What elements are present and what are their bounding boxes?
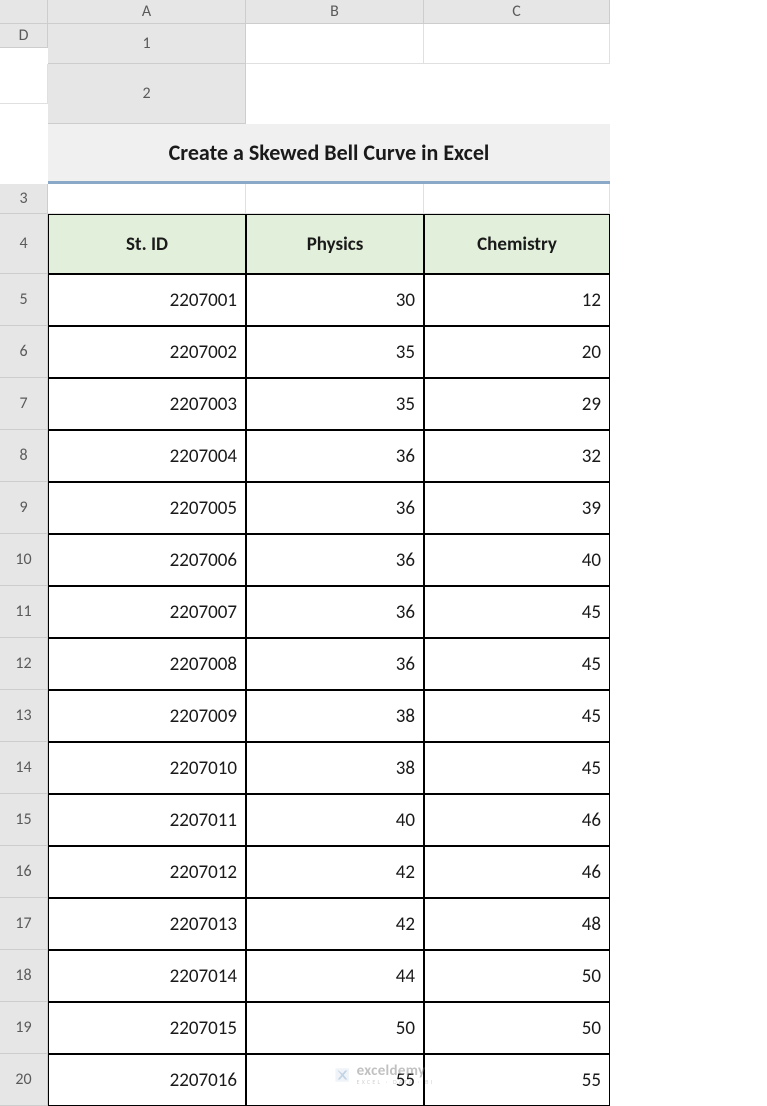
row-header-17[interactable]: 17 bbox=[0, 898, 48, 950]
table-cell-chemistry[interactable]: 55 bbox=[424, 1054, 610, 1106]
table-cell-physics[interactable]: 36 bbox=[246, 534, 424, 586]
table-cell-id[interactable]: 2207013 bbox=[48, 898, 246, 950]
table-cell-chemistry[interactable]: 39 bbox=[424, 482, 610, 534]
row-header-9[interactable]: 9 bbox=[0, 482, 48, 534]
table-cell-physics[interactable]: 44 bbox=[246, 950, 424, 1002]
column-header-B[interactable]: B bbox=[246, 0, 424, 24]
row-header-5[interactable]: 5 bbox=[0, 274, 48, 326]
table-cell-physics[interactable]: 38 bbox=[246, 742, 424, 794]
cell[interactable] bbox=[48, 184, 246, 214]
row-header-20[interactable]: 20 bbox=[0, 1054, 48, 1106]
table-cell-id[interactable]: 2207011 bbox=[48, 794, 246, 846]
table-cell-chemistry[interactable]: 45 bbox=[424, 586, 610, 638]
table-cell-id[interactable]: 2207002 bbox=[48, 326, 246, 378]
table-cell-chemistry[interactable]: 45 bbox=[424, 690, 610, 742]
table-cell-id[interactable]: 2207007 bbox=[48, 586, 246, 638]
table-cell-id[interactable]: 2207012 bbox=[48, 846, 246, 898]
table-cell-id[interactable]: 2207006 bbox=[48, 534, 246, 586]
row-header-2[interactable]: 2 bbox=[48, 64, 246, 124]
table-cell-physics[interactable]: 36 bbox=[246, 482, 424, 534]
table-cell-chemistry[interactable]: 45 bbox=[424, 638, 610, 690]
table-cell-physics[interactable]: 35 bbox=[246, 326, 424, 378]
table-cell-chemistry[interactable]: 29 bbox=[424, 378, 610, 430]
row-header-7[interactable]: 7 bbox=[0, 378, 48, 430]
spreadsheet-grid: A B C D 1 2 Create a Skewed Bell Curve i… bbox=[0, 0, 767, 1106]
table-cell-chemistry[interactable]: 12 bbox=[424, 274, 610, 326]
column-header-A[interactable]: A bbox=[48, 0, 246, 24]
cell[interactable] bbox=[246, 184, 424, 214]
table-cell-id[interactable]: 2207001 bbox=[48, 274, 246, 326]
table-cell-chemistry[interactable]: 46 bbox=[424, 794, 610, 846]
row-header-13[interactable]: 13 bbox=[0, 690, 48, 742]
table-cell-physics[interactable]: 36 bbox=[246, 430, 424, 482]
table-cell-physics[interactable]: 36 bbox=[246, 638, 424, 690]
cell[interactable] bbox=[0, 64, 48, 104]
column-header-D[interactable]: D bbox=[0, 24, 48, 48]
table-cell-physics[interactable]: 38 bbox=[246, 690, 424, 742]
cell[interactable] bbox=[424, 184, 610, 214]
table-cell-chemistry[interactable]: 48 bbox=[424, 898, 610, 950]
row-header-3[interactable]: 3 bbox=[0, 184, 48, 214]
page-title[interactable]: Create a Skewed Bell Curve in Excel bbox=[48, 124, 610, 184]
row-header-12[interactable]: 12 bbox=[0, 638, 48, 690]
watermark: exceldemy EXCEL · DATA · BI bbox=[333, 1064, 435, 1085]
table-cell-id[interactable]: 2207008 bbox=[48, 638, 246, 690]
cell[interactable] bbox=[424, 24, 610, 64]
table-cell-chemistry[interactable]: 32 bbox=[424, 430, 610, 482]
excel-icon bbox=[333, 1066, 351, 1084]
row-header-6[interactable]: 6 bbox=[0, 326, 48, 378]
row-header-14[interactable]: 14 bbox=[0, 742, 48, 794]
table-cell-chemistry[interactable]: 50 bbox=[424, 950, 610, 1002]
table-cell-physics[interactable]: 36 bbox=[246, 586, 424, 638]
table-cell-id[interactable]: 2207016 bbox=[48, 1054, 246, 1106]
table-cell-id[interactable]: 2207009 bbox=[48, 690, 246, 742]
table-cell-physics[interactable]: 40 bbox=[246, 794, 424, 846]
row-header-1[interactable]: 1 bbox=[48, 24, 246, 64]
table-cell-physics[interactable]: 42 bbox=[246, 898, 424, 950]
corner-cell[interactable] bbox=[0, 0, 48, 24]
table-cell-physics[interactable]: 30 bbox=[246, 274, 424, 326]
table-cell-chemistry[interactable]: 40 bbox=[424, 534, 610, 586]
row-header-16[interactable]: 16 bbox=[0, 846, 48, 898]
row-header-15[interactable]: 15 bbox=[0, 794, 48, 846]
table-cell-id[interactable]: 2207004 bbox=[48, 430, 246, 482]
table-cell-id[interactable]: 2207015 bbox=[48, 1002, 246, 1054]
column-header-C[interactable]: C bbox=[424, 0, 610, 24]
row-header-11[interactable]: 11 bbox=[0, 586, 48, 638]
row-header-10[interactable]: 10 bbox=[0, 534, 48, 586]
row-header-18[interactable]: 18 bbox=[0, 950, 48, 1002]
table-cell-physics[interactable]: 50 bbox=[246, 1002, 424, 1054]
table-cell-chemistry[interactable]: 50 bbox=[424, 1002, 610, 1054]
table-cell-physics[interactable]: 42 bbox=[246, 846, 424, 898]
table-header-chemistry[interactable]: Chemistry bbox=[424, 214, 610, 274]
row-header-4[interactable]: 4 bbox=[0, 214, 48, 274]
watermark-main: exceldemy bbox=[357, 1064, 435, 1079]
cell[interactable] bbox=[246, 24, 424, 64]
table-header-id[interactable]: St. ID bbox=[48, 214, 246, 274]
table-cell-id[interactable]: 2207010 bbox=[48, 742, 246, 794]
table-cell-chemistry[interactable]: 45 bbox=[424, 742, 610, 794]
watermark-sub: EXCEL · DATA · BI bbox=[357, 1079, 435, 1085]
table-cell-id[interactable]: 2207005 bbox=[48, 482, 246, 534]
table-cell-id[interactable]: 2207003 bbox=[48, 378, 246, 430]
table-cell-chemistry[interactable]: 20 bbox=[424, 326, 610, 378]
table-header-physics[interactable]: Physics bbox=[246, 214, 424, 274]
table-cell-physics[interactable]: 35 bbox=[246, 378, 424, 430]
table-cell-chemistry[interactable]: 46 bbox=[424, 846, 610, 898]
row-header-19[interactable]: 19 bbox=[0, 1002, 48, 1054]
table-cell-id[interactable]: 2207014 bbox=[48, 950, 246, 1002]
row-header-8[interactable]: 8 bbox=[0, 430, 48, 482]
